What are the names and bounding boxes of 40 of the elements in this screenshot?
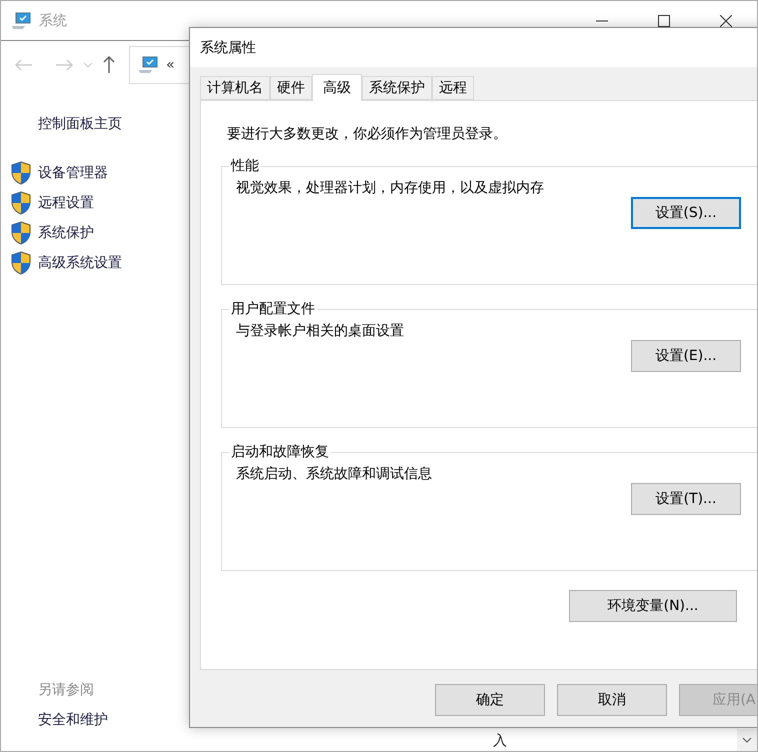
up-arrow-icon[interactable] [103,56,115,74]
tab[interactable]: 硬件 [270,76,312,100]
dialog-title: 系统属性 [190,28,757,67]
property-value: 入 [493,733,507,749]
section-heading: 另请参阅 [37,681,95,699]
window-title: 系统 [39,12,67,30]
chevron-down-icon [742,737,752,743]
sidebar-link[interactable]: 控制面板主页 [1,115,190,133]
settings-button[interactable]: 设置(T)... [631,483,741,515]
minimize-icon[interactable] [596,20,608,22]
tab[interactable]: 高级 [312,74,362,101]
sidebar-link[interactable]: 远程设置 [38,194,94,212]
settings-button[interactable]: 设置(E)... [631,340,741,372]
shield-icon [10,221,32,245]
scroll-down-button[interactable] [737,729,757,751]
group-description: 系统启动、系统故障和调试信息 [236,465,433,483]
group-title: 性能 [230,157,260,175]
tab[interactable]: 系统保护 [362,76,432,100]
tab[interactable]: 远程 [432,76,474,100]
group-description: 视觉效果，处理器计划，内存使用，以及虚拟内存 [236,179,545,197]
sidebar-link[interactable]: 安全和维护 [1,711,190,729]
tab[interactable]: 计算机名 [200,76,270,100]
computer-icon [138,55,160,75]
shield-icon [10,161,32,185]
environment-variables-button[interactable]: 环境变量(N)... [569,590,737,622]
group-title: 用户配置文件 [230,300,316,318]
group-description: 与登录帐户相关的桌面设置 [236,322,405,340]
settings-button[interactable]: 设置(S)... [631,197,741,229]
dialog-button[interactable]: 确定 [435,684,545,716]
group-title: 启动和故障恢复 [230,443,330,461]
shield-icon [10,191,32,215]
admin-note: 要进行大多数更改，你必须作为管理员登录。 [226,125,508,143]
maximize-icon[interactable] [658,14,670,26]
sidebar-link[interactable]: 系统保护 [38,224,94,242]
dialog-button[interactable]: 取消 [557,684,667,716]
shield-icon [10,251,32,275]
sidebar-link[interactable]: 设备管理器 [38,164,108,182]
computer-icon [11,10,33,30]
sidebar-link[interactable]: 高级系统设置 [38,254,122,272]
close-icon[interactable] [720,14,732,26]
